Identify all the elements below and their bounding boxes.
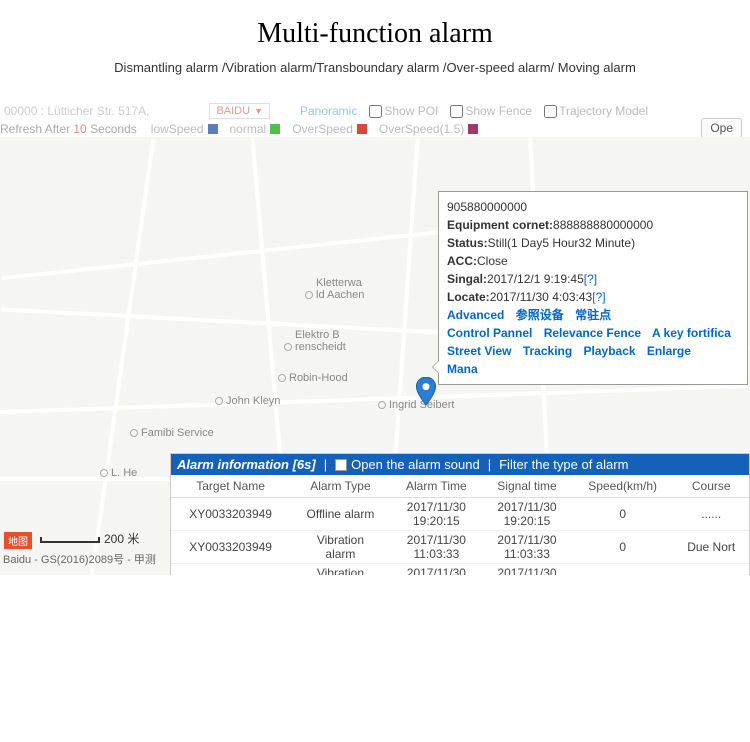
address-text: 00000 : Lütticher Str. 517A, bbox=[0, 104, 149, 118]
normal-swatch bbox=[270, 124, 280, 134]
map-copyright: Baidu - GS(2016)2089号 - 甲测 bbox=[3, 551, 156, 567]
col-time: Alarm Time bbox=[391, 475, 482, 498]
checkbox-icon bbox=[335, 459, 347, 471]
place-robin: Robin-Hood bbox=[278, 372, 348, 384]
tracking-link[interactable]: Tracking bbox=[523, 344, 572, 358]
speed-legend: lowSpeed normal OverSpeed OverSpeed(1.5) bbox=[151, 122, 489, 136]
resident-link[interactable]: 常驻点 bbox=[575, 308, 611, 322]
alarm-table: Target Name Alarm Type Alarm Time Signal… bbox=[171, 475, 749, 575]
table-row[interactable]: XY0033203949Offline alarm2017/11/30 19:2… bbox=[171, 498, 749, 531]
place-lhe: L. He bbox=[100, 467, 137, 479]
table-row[interactable]: XY0033203949Vibration alarm2017/11/30 10… bbox=[171, 564, 749, 576]
alarm-title: Alarm information [6s] bbox=[177, 457, 316, 472]
open-sound-toggle[interactable]: Open the alarm sound bbox=[335, 457, 480, 472]
enlarge-link[interactable]: Enlarge bbox=[647, 344, 691, 358]
alarm-header: Alarm information [6s] | Open the alarm … bbox=[171, 454, 749, 475]
page-subtitle: Dismantling alarm /Vibration alarm/Trans… bbox=[0, 60, 750, 75]
refresh-text: Refresh After 10 Seconds bbox=[0, 122, 137, 136]
show-poi-checkbox[interactable]: Show POI bbox=[369, 104, 438, 118]
show-fence-checkbox[interactable]: Show Fence bbox=[450, 104, 532, 118]
second-bar: Refresh After 10 Seconds lowSpeed normal… bbox=[0, 121, 750, 137]
locate-help-link[interactable]: [?] bbox=[592, 290, 605, 304]
trajectory-checkbox[interactable]: Trajectory Model bbox=[544, 104, 648, 118]
chevron-down-icon: ▼ bbox=[254, 106, 263, 116]
map-pin-icon[interactable] bbox=[415, 377, 437, 410]
place-famibi: Famibi Service bbox=[130, 427, 214, 439]
place-john: John Kleyn bbox=[215, 395, 280, 407]
signal-help-link[interactable]: [?] bbox=[584, 272, 597, 286]
open-button[interactable]: Ope bbox=[701, 118, 742, 138]
advanced-link[interactable]: Advanced bbox=[447, 308, 504, 322]
manage-link[interactable]: Mana bbox=[447, 362, 478, 376]
col-target: Target Name bbox=[171, 475, 290, 498]
relevance-fence-link[interactable]: Relevance Fence bbox=[544, 326, 641, 340]
lowspeed-swatch bbox=[208, 124, 218, 134]
filter-alarm-link[interactable]: Filter the type of alarm bbox=[499, 457, 628, 472]
map-scale: 200 米 bbox=[40, 530, 139, 547]
col-type: Alarm Type bbox=[290, 475, 390, 498]
map-type-badge[interactable]: 地图 bbox=[4, 532, 32, 549]
col-speed: Speed(km/h) bbox=[572, 475, 674, 498]
ref-device-link[interactable]: 参照设备 bbox=[516, 308, 564, 322]
page-title: Multi-function alarm bbox=[0, 18, 750, 50]
place-kletterwald: Kletterwa ld Aachen bbox=[305, 277, 364, 301]
key-fortify-link[interactable]: A key fortifica bbox=[652, 326, 731, 340]
playback-link[interactable]: Playback bbox=[584, 344, 636, 358]
map-provider-select[interactable]: BAIDU▼ bbox=[209, 103, 270, 119]
place-elektro: Elektro B renscheidt bbox=[284, 329, 346, 353]
top-bar: 00000 : Lütticher Str. 517A, BAIDU▼ Pano… bbox=[0, 101, 750, 121]
panoramic-link[interactable]: Panoramic bbox=[300, 104, 357, 118]
device-popup: 905880000000 Equipment cornet:8888888800… bbox=[438, 191, 748, 385]
device-id: 905880000000 bbox=[447, 198, 739, 216]
overspeed-swatch bbox=[357, 124, 367, 134]
control-panel-link[interactable]: Control Pannel bbox=[447, 326, 532, 340]
overspeed15-swatch bbox=[468, 124, 478, 134]
col-course: Course bbox=[673, 475, 749, 498]
map-canvas[interactable]: Kletterwa ld Aachen Elektro B renscheidt… bbox=[0, 137, 750, 575]
street-view-link[interactable]: Street View bbox=[447, 344, 511, 358]
alarm-panel: Alarm information [6s] | Open the alarm … bbox=[170, 453, 750, 575]
col-signal: Signal time bbox=[482, 475, 572, 498]
table-row[interactable]: XY0033203949Vibration alarm2017/11/30 11… bbox=[171, 531, 749, 564]
